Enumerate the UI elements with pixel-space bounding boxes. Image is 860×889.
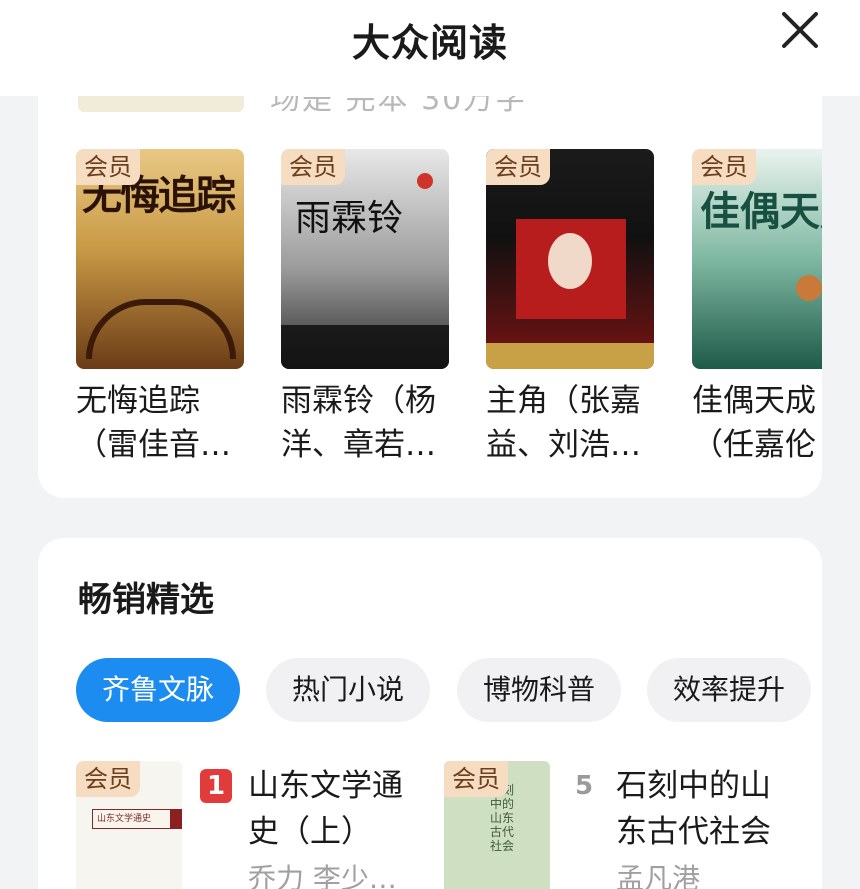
cover-bridge-illustration bbox=[86, 299, 236, 359]
tab-qilu-wenmai[interactable]: 齐鲁文脉 bbox=[76, 658, 240, 722]
book-title[interactable]: 石刻中的山东古代社会 bbox=[616, 763, 796, 855]
rank-number: 1 bbox=[200, 769, 232, 803]
vip-badge: 会员 bbox=[692, 149, 756, 185]
top-bar: 大众阅读 bbox=[0, 0, 860, 96]
book-card[interactable]: 会员 雨霖铃 雨霖铃（杨 洋、章若… bbox=[281, 149, 449, 467]
tab-hot-novels[interactable]: 热门小说 bbox=[266, 658, 430, 722]
close-icon[interactable] bbox=[774, 6, 826, 54]
tab-efficiency[interactable]: 效率提升 bbox=[647, 658, 811, 722]
book-cover[interactable]: 会员 山东文学通史 bbox=[76, 761, 182, 889]
book-title[interactable]: 雨霖铃（杨 洋、章若… bbox=[281, 379, 449, 467]
tab-popular-science[interactable]: 博物科普 bbox=[457, 658, 621, 722]
vip-badge: 会员 bbox=[444, 761, 508, 797]
cover-red-bar bbox=[170, 809, 182, 829]
book-title[interactable]: 无悔追踪 （雷佳音… bbox=[76, 379, 244, 467]
rank-number: 5 bbox=[574, 771, 594, 801]
cover-award-band bbox=[486, 343, 654, 369]
book-title[interactable]: 主角（张嘉 益、刘浩… bbox=[486, 379, 654, 467]
cover-sun-illustration bbox=[417, 173, 433, 189]
book-cover[interactable]: 会员 bbox=[486, 149, 654, 369]
vip-badge: 会员 bbox=[486, 149, 550, 185]
book-card[interactable]: 会员 主角（张嘉 益、刘浩… bbox=[486, 149, 654, 467]
book-author: 乔力 李少… bbox=[248, 862, 397, 889]
book-cover[interactable]: 会员 佳偶天成 bbox=[692, 149, 822, 369]
book-card[interactable]: 会员 佳偶天成 佳偶天成 （任嘉伦 bbox=[692, 149, 822, 467]
bestseller-card: 畅销精选 齐鲁文脉 热门小说 博物科普 效率提升 会员 山东文学通史 1 山东文… bbox=[38, 538, 822, 889]
page-title: 大众阅读 bbox=[351, 21, 508, 65]
cover-title-text: 山东文学通史 bbox=[92, 809, 182, 829]
book-cover[interactable]: 会员 无悔追踪 bbox=[76, 149, 244, 369]
featured-books-card: 场是 完本 30万字 会员 无悔追踪 无悔追踪 （雷佳音… 会员 雨霖铃 雨霖铃… bbox=[38, 60, 822, 498]
cover-caption-band bbox=[281, 325, 449, 369]
cover-title-text: 佳偶天成 bbox=[700, 188, 822, 235]
cover-title-text: 雨霖铃 bbox=[295, 198, 404, 239]
book-title[interactable]: 山东文学通史（上） bbox=[248, 763, 428, 855]
book-cover[interactable]: 会员 雨霖铃 bbox=[281, 149, 449, 369]
book-card[interactable]: 会员 无悔追踪 无悔追踪 （雷佳音… bbox=[76, 149, 244, 467]
book-title[interactable]: 佳偶天成 （任嘉伦 bbox=[692, 379, 822, 467]
book-cover[interactable]: 会员 石刻中的山东古代社会 bbox=[444, 761, 550, 889]
cover-moon-illustration bbox=[796, 275, 822, 301]
cover-portrait-illustration bbox=[548, 233, 592, 289]
vip-badge: 会员 bbox=[76, 149, 140, 185]
vip-badge: 会员 bbox=[76, 761, 140, 797]
book-author: 孟凡港 bbox=[616, 862, 701, 889]
vip-badge: 会员 bbox=[281, 149, 345, 185]
section-title: 畅销精选 bbox=[78, 580, 214, 620]
